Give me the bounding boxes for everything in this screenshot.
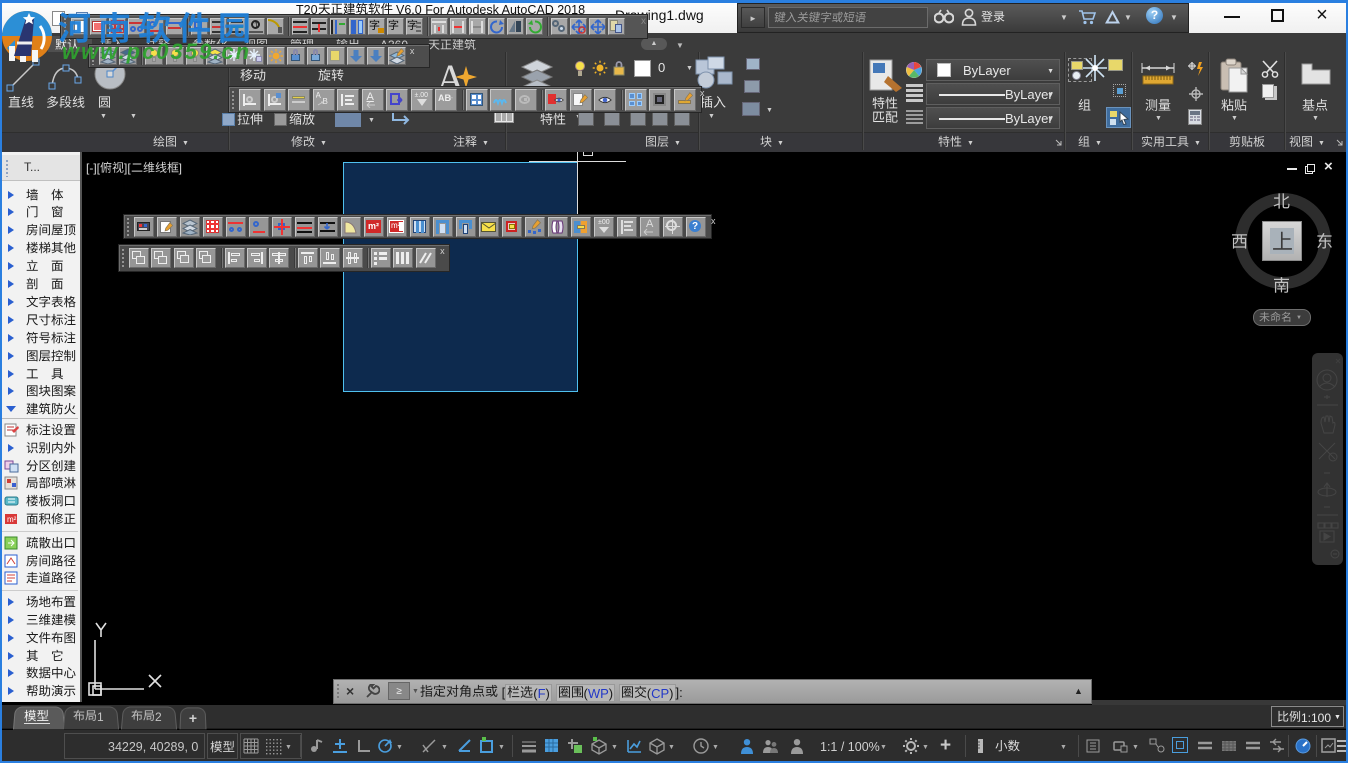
svg-text:m²: m² [7, 515, 17, 524]
